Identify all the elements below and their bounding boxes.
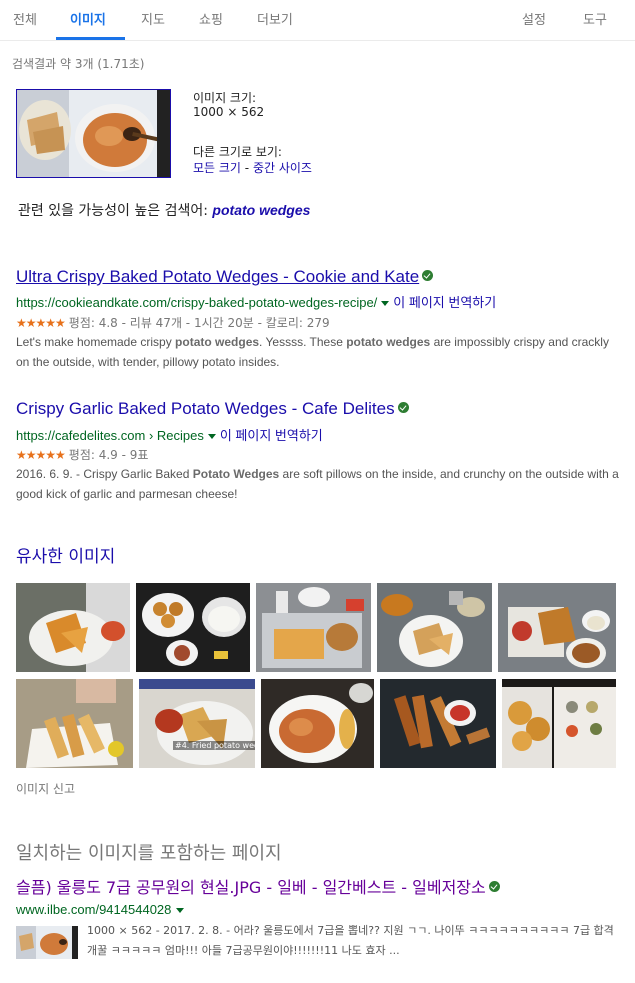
similar-image-thumb[interactable] — [502, 679, 616, 768]
verified-icon — [422, 270, 434, 281]
image-size-label: 이미지 크기: — [193, 91, 257, 105]
result-rating-2: ★★★★★ 평점: 4.9 - 9표 — [16, 446, 148, 463]
similar-image-thumb[interactable] — [261, 679, 374, 768]
related-term-link[interactable]: potato wedges — [212, 202, 310, 218]
star-rating-icon: ★★★★★ — [16, 316, 66, 330]
snippet-text: Let's make homemade crispy — [16, 335, 176, 349]
translate-link[interactable]: 이 페이지 번역하기 — [220, 428, 323, 443]
tab-more[interactable]: 더보기 — [257, 9, 293, 28]
related-prefix: 관련 있을 가능성이 높은 검색어: — [18, 203, 213, 219]
dropdown-arrow-icon[interactable] — [207, 433, 216, 439]
tab-shopping[interactable]: 쇼핑 — [199, 9, 223, 28]
verified-icon — [488, 881, 500, 892]
match-result-url: www.ilbe.com/9414544028 — [16, 902, 185, 917]
match-url-text: www.ilbe.com/9414544028 — [16, 902, 172, 917]
result-stats: 검색결과 약 3개 (1.71초) — [12, 57, 145, 71]
result-title-2[interactable]: Crispy Garlic Baked Potato Wedges - Cafe… — [16, 399, 409, 419]
snippet-highlight: potato wedges — [175, 335, 260, 349]
result-title-text[interactable]: Crispy Garlic Baked Potato Wedges - Cafe… — [16, 399, 395, 418]
verified-icon — [397, 402, 409, 413]
similar-image-thumb[interactable] — [16, 679, 133, 768]
snippet-text: . Yessss. These — [259, 335, 347, 349]
translate-link[interactable]: 이 페이지 번역하기 — [393, 295, 496, 310]
related-search: 관련 있을 가능성이 높은 검색어: potato wedges — [18, 200, 310, 220]
result-snippet-1: Let's make homemade crispy potato wedges… — [16, 332, 621, 372]
tab-maps[interactable]: 지도 — [141, 9, 165, 28]
size-links: 모든 크기 - 중간 사이즈 — [193, 159, 312, 176]
match-result-thumbnail[interactable] — [16, 926, 78, 959]
match-result-title[interactable]: 슬픔) 울릉도 7급 공무원의 현실.JPG - 일베 - 일간베스트 - 일베… — [16, 874, 500, 898]
tab-tools[interactable]: 도구 — [583, 9, 607, 28]
image-overlay-label: #4. Fried potato wed — [173, 741, 255, 750]
similar-image-thumb[interactable] — [16, 583, 130, 672]
similar-image-thumb[interactable] — [136, 583, 250, 672]
tab-all[interactable]: 전체 — [13, 9, 37, 28]
tab-images[interactable]: 이미지 — [70, 9, 106, 28]
active-tab-indicator — [56, 37, 125, 40]
similar-images-heading[interactable]: 유사한 이미지 — [16, 542, 115, 567]
similar-image-thumb[interactable]: #4. Fried potato wed — [139, 679, 255, 768]
similar-image-thumb[interactable] — [380, 679, 496, 768]
all-sizes-link[interactable]: 모든 크기 — [193, 161, 241, 175]
dropdown-arrow-icon[interactable] — [176, 908, 185, 914]
tab-settings[interactable]: 설정 — [522, 9, 546, 28]
rating-text: 평점: 4.9 - 9표 — [68, 448, 149, 462]
rating-text: 평점: 4.8 - 리뷰 47개 - 1시간 20분 - 칼로리: 279 — [68, 316, 330, 330]
size-separator: - — [240, 161, 253, 175]
matching-pages-heading: 일치하는 이미지를 포함하는 페이지 — [16, 843, 282, 864]
star-rating-icon: ★★★★★ — [16, 448, 66, 462]
result-snippet-2: 2016. 6. 9. - Crispy Garlic Baked Potato… — [16, 464, 621, 504]
result-url-2: https://cafedelites.com › Recipes 이 페이지 번… — [16, 425, 323, 444]
similar-image-thumb[interactable] — [377, 583, 492, 672]
similar-image-thumb[interactable] — [498, 583, 616, 672]
result-url-text: https://cookieandkate.com/crispy-baked-p… — [16, 295, 378, 310]
result-title-text[interactable]: Ultra Crispy Baked Potato Wedges - Cooki… — [16, 267, 419, 286]
similar-image-thumb[interactable] — [256, 583, 371, 672]
result-title-1[interactable]: Ultra Crispy Baked Potato Wedges - Cooki… — [16, 267, 434, 287]
other-sizes-label: 다른 크기로 보기: — [193, 145, 282, 159]
query-image[interactable] — [16, 89, 171, 178]
result-rating-1: ★★★★★ 평점: 4.8 - 리뷰 47개 - 1시간 20분 - 칼로리: 2… — [16, 314, 330, 331]
result-url-1: https://cookieandkate.com/crispy-baked-p… — [16, 292, 496, 311]
snippet-highlight: potato wedges — [346, 335, 431, 349]
match-result-snippet: 1000 × 562 - 2017. 2. 8. - 어라? 울릉도에서 7급을… — [87, 924, 614, 957]
match-title-text[interactable]: 슬픔) 울릉도 7급 공무원의 현실.JPG - 일베 - 일간베스트 - 일베… — [16, 878, 486, 897]
result-url-text: https://cafedelites.com › Recipes — [16, 428, 204, 443]
medium-size-link[interactable]: 중간 사이즈 — [253, 161, 312, 175]
report-image-link[interactable]: 이미지 신고 — [16, 780, 75, 797]
snippet-text: 2016. 6. 9. - Crispy Garlic Baked — [16, 467, 193, 481]
dropdown-arrow-icon[interactable] — [381, 300, 390, 306]
snippet-highlight: Potato Wedges — [192, 467, 280, 481]
image-size-value: 1000 × 562 — [193, 105, 265, 119]
top-nav: 전체 이미지 지도 쇼핑 더보기 설정 도구 — [0, 0, 635, 41]
